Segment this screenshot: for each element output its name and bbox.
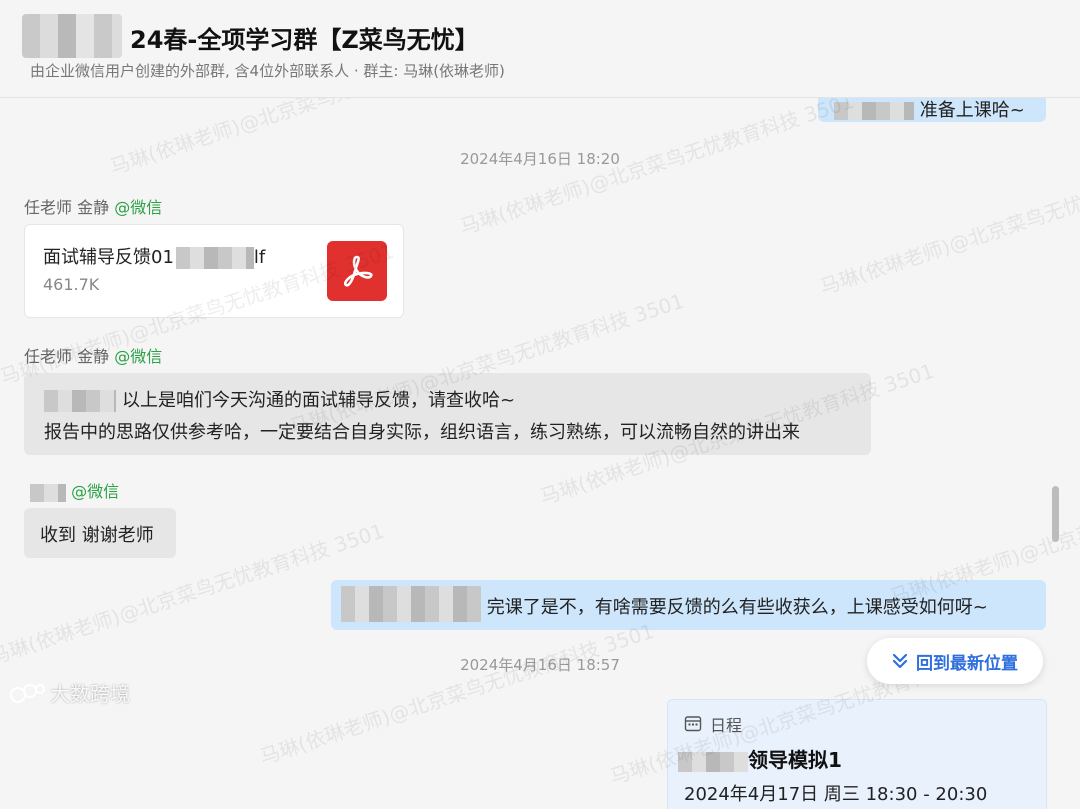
blurred-mention [341, 586, 481, 622]
blurred-mention [44, 390, 116, 412]
file-size: 461.7K [43, 275, 100, 294]
sender-name[interactable]: 任老师 金静 @微信 [24, 343, 162, 367]
blurred-name [834, 102, 914, 120]
watermark: 马琳(依琳老师)@北京菜鸟无忧教育科技 3501 [456, 98, 857, 240]
blurred-title [678, 751, 748, 772]
message-line: 报告中的思路仅供参考哈，一定要结合自身实际，组织语言，练习熟练，可以流畅自然的讲… [44, 422, 800, 443]
group-subtitle: 由企业微信用户创建的外部群, 含4位外部联系人 · 群主: 马琳(依琳老师) [30, 62, 505, 80]
back-to-latest-button[interactable]: 回到最新位置 [867, 638, 1043, 684]
message-text: 准备上课哈~ [919, 100, 1025, 121]
sender-label: 任老师 金静 [24, 347, 110, 366]
message-bubble-other[interactable]: 以上是咱们今天沟通的面试辅导反馈，请查收哈~ 报告中的思路仅供参考哈，一定要结合… [24, 373, 871, 455]
schedule-card[interactable]: 日程 领导模拟1 2024年4月17日 周三 18:30 - 20:30 [667, 699, 1047, 809]
sender-label: 任老师 金静 [24, 198, 110, 217]
wechat-tag: @微信 [71, 482, 120, 501]
brand-watermark: 大数跨境 [10, 678, 130, 707]
sender-name[interactable]: @微信 [30, 478, 119, 502]
sender-name[interactable]: 任老师 金静 @微信 [24, 194, 162, 218]
file-name: 面试辅导反馈01 lf [43, 247, 266, 269]
double-chevron-down-icon [892, 653, 908, 669]
schedule-time: 2024年4月17日 周三 18:30 - 20:30 [684, 784, 988, 805]
calendar-icon [684, 716, 702, 732]
message-line: 以上是咱们今天沟通的面试辅导反馈，请查收哈~ [44, 385, 871, 417]
back-to-latest-label: 回到最新位置 [916, 653, 1018, 674]
schedule-label: 日程 [710, 716, 743, 735]
message-list[interactable]: 马琳(依琳老师)@北京菜鸟无忧教育科技 3501 马琳(依琳老师)@北京菜鸟无忧… [0, 98, 1080, 809]
blurred-filename [175, 247, 254, 269]
message-bubble-self[interactable]: 完课了是不，有啥需要反馈的么有些收获么，上课感受如何呀~ [331, 580, 1046, 630]
chat-header: 24春-全项学习群【Z菜鸟无忧】 由企业微信用户创建的外部群, 含4位外部联系人… [0, 0, 1080, 98]
group-avatar[interactable] [22, 14, 122, 58]
pdf-icon [327, 241, 387, 301]
watermark: 马琳(依琳老师)@北京菜鸟无忧教育科技 3501 [256, 618, 657, 770]
brand-label: 大数跨境 [50, 682, 130, 706]
wechat-tag: @微信 [114, 347, 163, 366]
group-title[interactable]: 24春-全项学习群【Z菜鸟无忧】 [130, 20, 479, 55]
message-bubble-self[interactable]: 准备上课哈~ [818, 98, 1046, 122]
file-attachment[interactable]: 面试辅导反馈01 lf 461.7K [24, 224, 404, 318]
timestamp: 2024年4月16日 18:20 [460, 150, 620, 168]
blurred-name [30, 483, 66, 502]
brand-logo-icon [10, 683, 45, 703]
wechat-tag: @微信 [114, 198, 163, 217]
message-text: 完课了是不，有啥需要反馈的么有些收获么，上课感受如何呀~ [486, 597, 988, 618]
message-bubble-other[interactable]: 收到 谢谢老师 [24, 508, 176, 558]
schedule-title: 领导模拟1 [678, 744, 842, 773]
scrollbar-thumb[interactable] [1052, 486, 1059, 542]
